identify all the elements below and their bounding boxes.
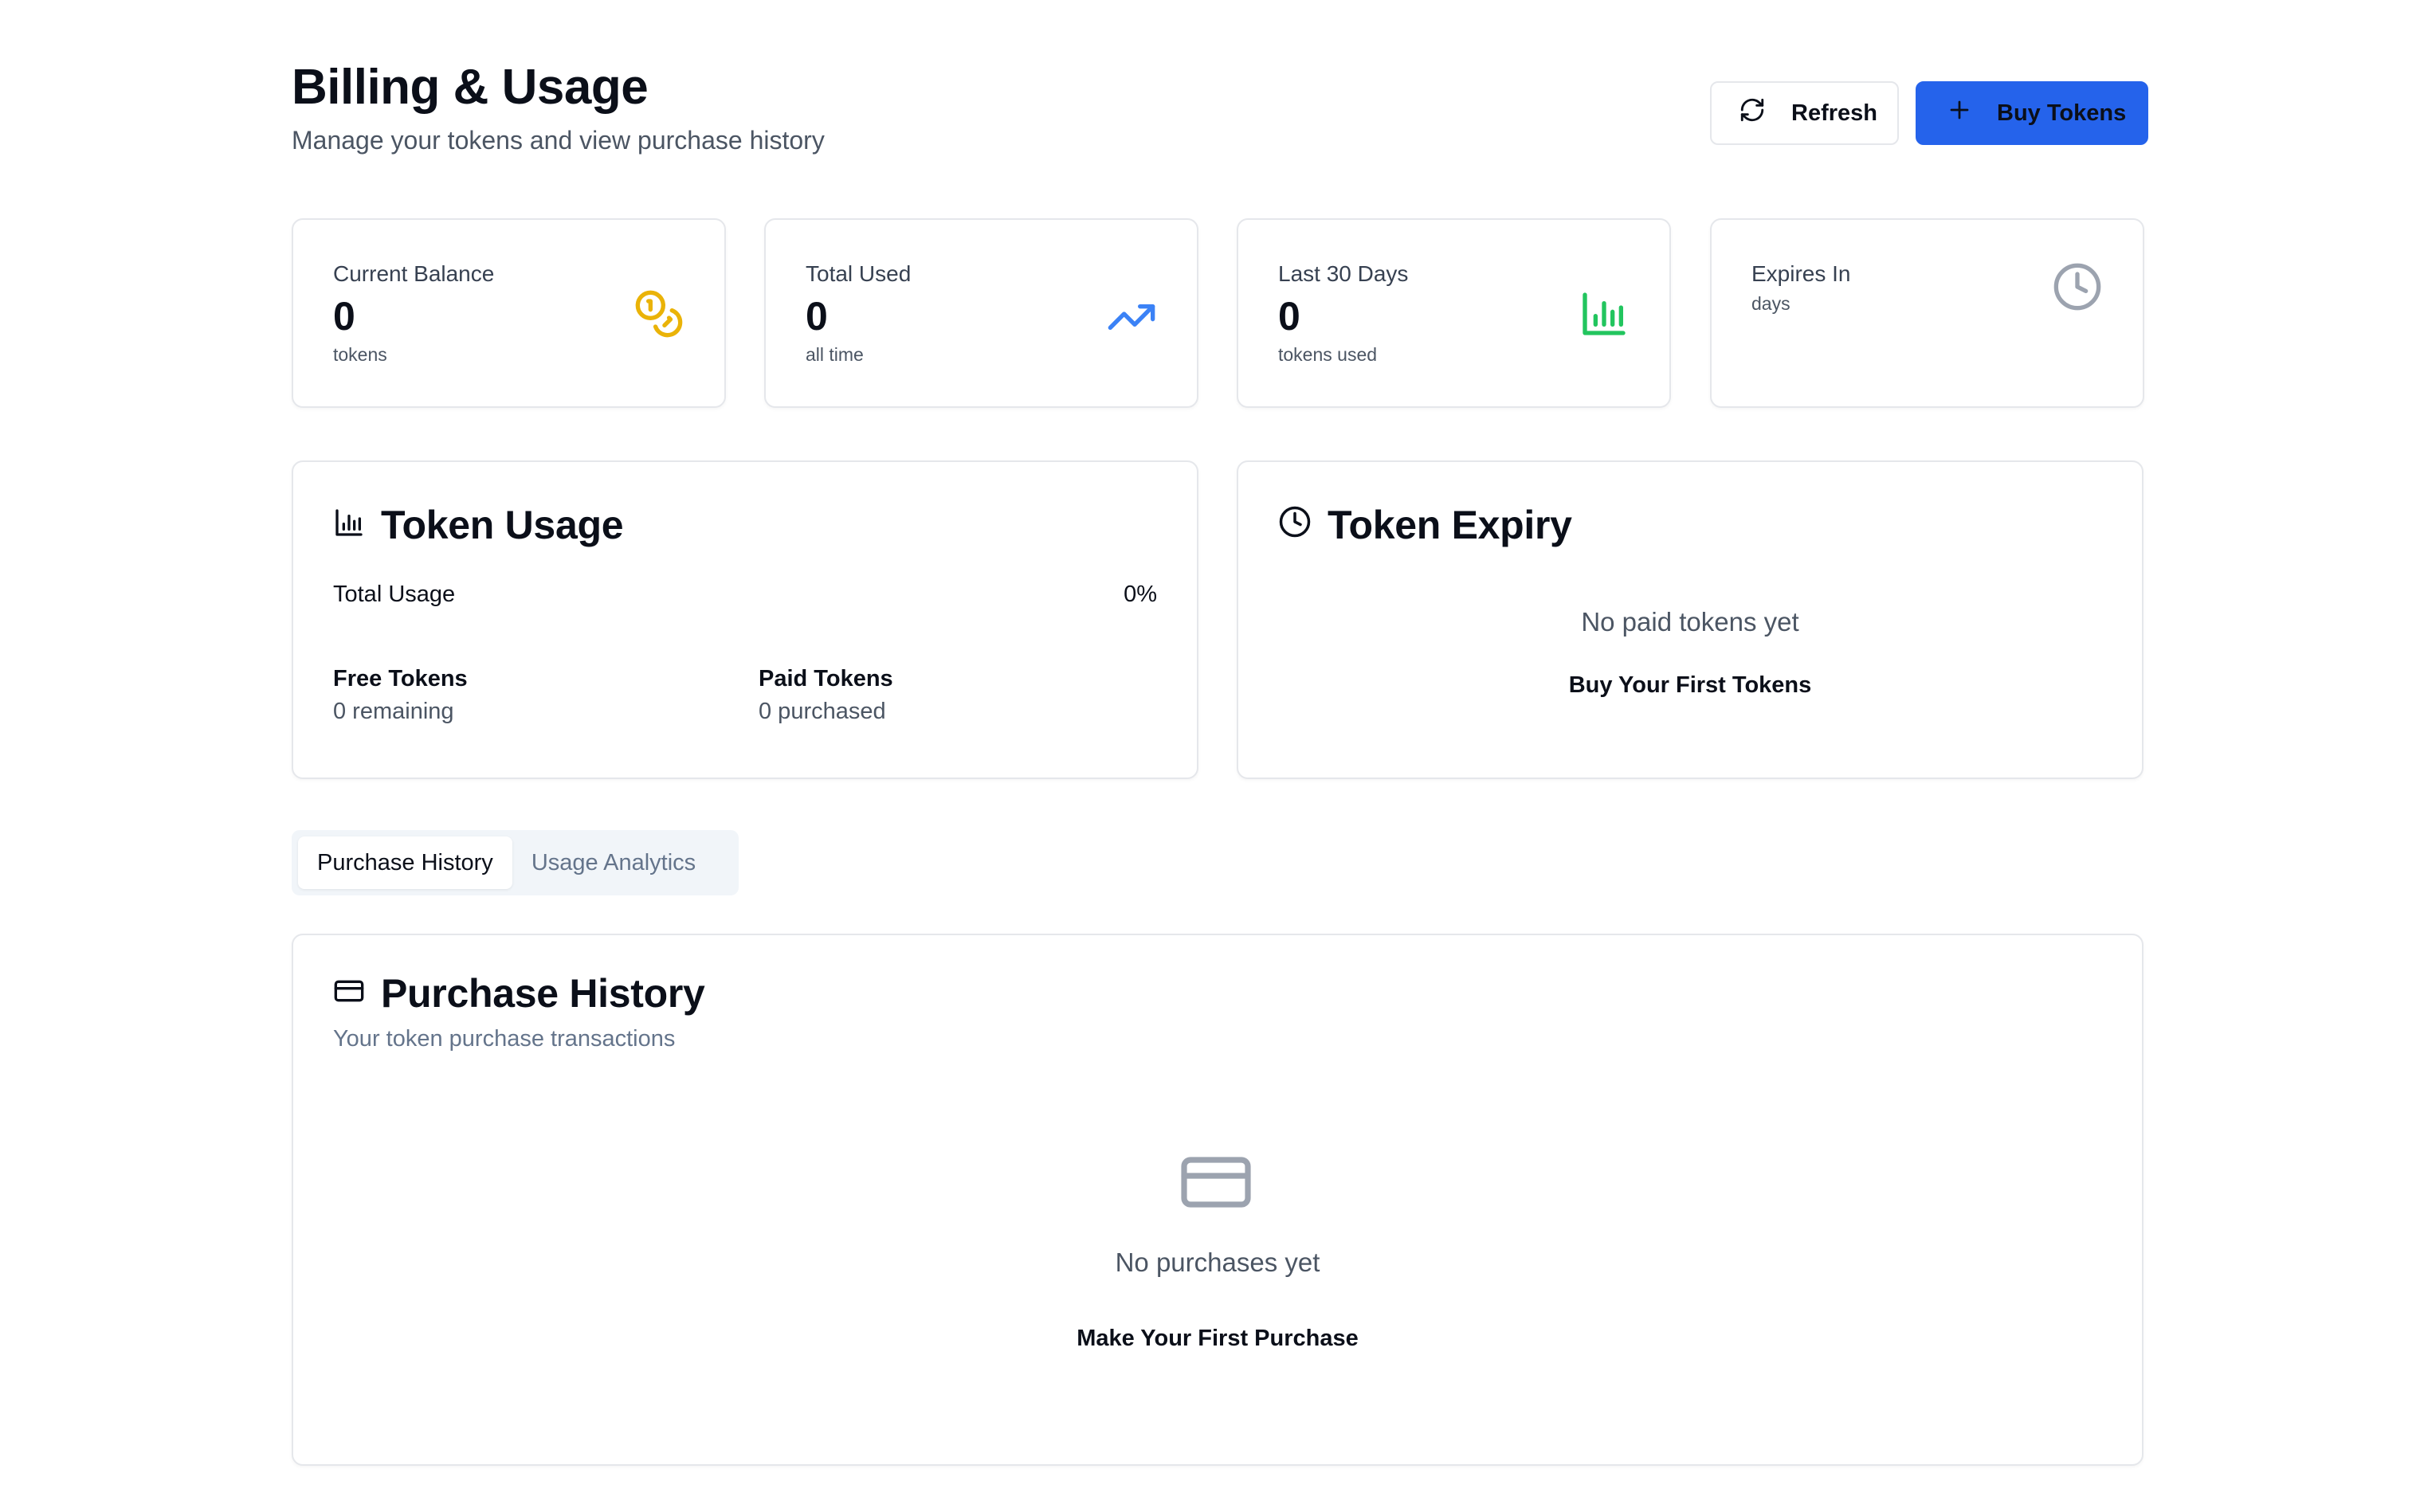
bar-chart-icon <box>333 502 381 548</box>
stat-label: Last 30 Days <box>1278 261 1409 286</box>
free-tokens-title: Free Tokens <box>333 666 468 691</box>
paid-tokens-title: Paid Tokens <box>759 666 893 691</box>
stat-unit: days <box>1751 293 1790 314</box>
bar-chart-icon <box>1579 288 1630 343</box>
token-usage-title-text: Token Usage <box>381 503 624 547</box>
page-header: Billing & Usage Manage your tokens and v… <box>292 56 2148 167</box>
total-usage-label: Total Usage <box>333 582 456 607</box>
total-usage-value: 0% <box>1124 582 1157 607</box>
token-expiry-title: Token Expiry <box>1278 502 1572 548</box>
refresh-icon <box>1739 96 1766 130</box>
token-usage-panel: Token Usage Total Usage 0% Free Tokens 0… <box>292 460 1198 779</box>
no-paid-tokens-message: No paid tokens yet <box>1581 607 1799 637</box>
coins-icon <box>633 288 684 343</box>
purchase-history-title-text: Purchase History <box>381 971 705 1016</box>
history-tabs: Purchase History Usage Analytics <box>292 830 739 895</box>
buy-tokens-button[interactable]: Buy Tokens <box>1916 81 2148 145</box>
stat-label: Expires In <box>1751 261 1851 286</box>
stat-unit: all time <box>806 344 864 365</box>
clock-icon <box>1278 502 1328 548</box>
make-first-purchase-link[interactable]: Make Your First Purchase <box>293 1326 2142 1352</box>
stat-card-expires-in: Expires In days <box>1710 218 2144 408</box>
token-usage-title: Token Usage <box>333 502 624 548</box>
buy-tokens-button-label: Buy Tokens <box>1997 100 2127 126</box>
total-usage-row: Total Usage 0% <box>333 582 1157 608</box>
credit-card-icon <box>1178 1144 1254 1224</box>
trending-up-icon <box>1106 292 1157 347</box>
billing-page: Billing & Usage Manage your tokens and v… <box>0 0 2420 1512</box>
paid-tokens-purchased: 0 purchased <box>759 699 886 724</box>
stat-value: 0 <box>333 294 355 339</box>
stat-value: 0 <box>1278 294 1300 339</box>
purchase-history-panel: Purchase History Your token purchase tra… <box>292 934 2143 1466</box>
buy-first-tokens-link[interactable]: Buy Your First Tokens <box>1238 672 2142 699</box>
stat-unit: tokens <box>333 344 387 365</box>
stat-card-current-balance: Current Balance 0 tokens <box>292 218 726 408</box>
stat-card-total-used: Total Used 0 all time <box>764 218 1198 408</box>
paid-tokens-block: Paid Tokens 0 purchased <box>759 666 893 725</box>
no-purchases-message: No purchases yet <box>1115 1248 1320 1277</box>
free-tokens-block: Free Tokens 0 remaining <box>333 666 468 725</box>
refresh-button[interactable]: Refresh <box>1710 81 1899 145</box>
purchase-history-subtitle: Your token purchase transactions <box>333 1026 676 1052</box>
credit-card-icon <box>333 970 381 1016</box>
token-expiry-title-text: Token Expiry <box>1328 503 1572 547</box>
refresh-button-label: Refresh <box>1791 100 1877 126</box>
tab-usage-analytics[interactable]: Usage Analytics <box>512 836 715 889</box>
free-tokens-remaining: 0 remaining <box>333 699 454 724</box>
stat-unit: tokens used <box>1278 344 1378 365</box>
stat-card-last-30-days: Last 30 Days 0 tokens used <box>1237 218 1671 408</box>
plus-icon <box>1947 98 1971 128</box>
purchase-history-title: Purchase History <box>333 970 705 1016</box>
stat-value: 0 <box>806 294 828 339</box>
token-expiry-panel: Token Expiry No paid tokens yet Buy Your… <box>1237 460 2143 779</box>
clock-icon <box>2052 261 2103 316</box>
stat-label: Total Used <box>806 261 912 286</box>
tab-purchase-history[interactable]: Purchase History <box>298 836 512 889</box>
stat-label: Current Balance <box>333 261 495 286</box>
